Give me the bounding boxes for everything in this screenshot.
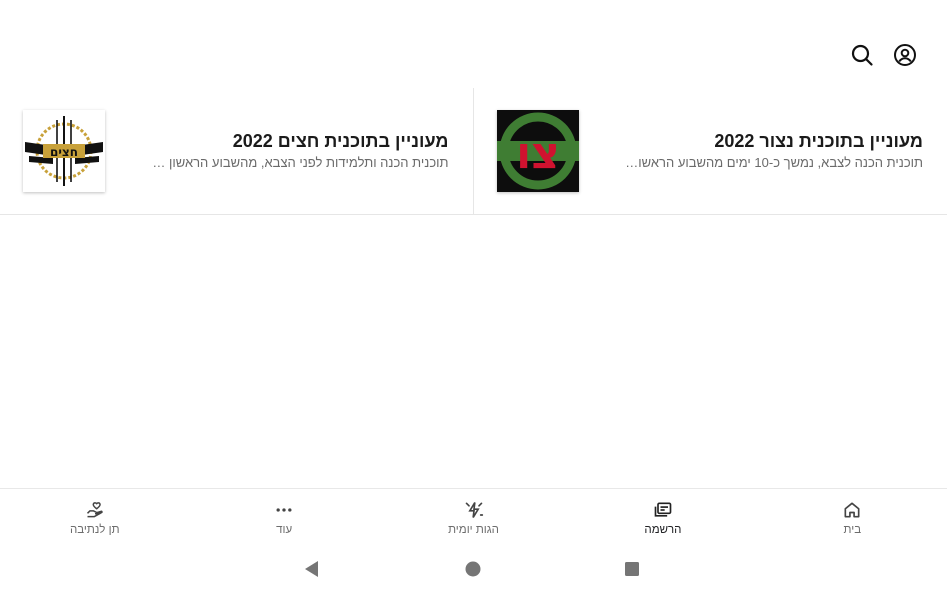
nav-donate[interactable]: תן לנתיבה	[0, 489, 189, 544]
logo-text: חצים	[50, 145, 78, 159]
nav-daily-thought[interactable]: הגות יומית	[379, 489, 568, 544]
nav-label-registration: הרשמה	[644, 524, 682, 536]
app-screen: מעוניין בתוכנית נצור 2022 תוכנית הכנה לצ…	[0, 0, 947, 592]
nav-registration[interactable]: הרשמה	[568, 489, 757, 544]
card-title: מעוניין בתוכנית נצור 2022	[714, 131, 923, 151]
nav-home[interactable]: בית	[758, 489, 947, 544]
donate-heart-hand-icon	[86, 502, 103, 518]
system-navigation-bar	[0, 552, 947, 584]
program-card-netzor[interactable]: מעוניין בתוכנית נצור 2022 תוכנית הכנה לצ…	[474, 88, 947, 214]
program-card-hetzim[interactable]: מעוניין בתוכנית חצים 2022 תוכנית הכנה ות…	[0, 88, 474, 214]
nav-label-home: בית	[843, 524, 862, 536]
recent-apps-icon[interactable]	[623, 560, 641, 578]
top-bar	[0, 0, 947, 88]
program-logo-hetzim: חצים	[23, 110, 105, 192]
nav-label-donate: תן לנתיבה	[69, 524, 120, 536]
home-icon	[844, 502, 860, 518]
card-subtitle: תוכנית הכנה לצבא, נמשך כ-10 ימים מהשבוע …	[623, 155, 923, 170]
logo-text: צו	[516, 128, 560, 179]
back-icon[interactable]	[303, 560, 321, 578]
card-title: מעוניין בתוכנית חצים 2022	[232, 131, 449, 151]
registration-icon	[654, 502, 672, 517]
bottom-navigation: בית הרשמה הגות יומית עוד תן לנתיבה	[0, 488, 947, 543]
nav-label-more: עוד	[276, 524, 293, 536]
home-circle-icon[interactable]	[464, 560, 482, 578]
card-subtitle: תוכנית הכנה ותלמידות לפני הצבא, מהשבוע ה…	[148, 155, 449, 170]
nav-label-daily-thought: הגות יומית	[448, 524, 499, 536]
account-circle-icon[interactable]	[892, 42, 918, 68]
program-logo-netzor: צו	[496, 110, 579, 192]
more-icon	[276, 508, 292, 512]
search-icon[interactable]	[849, 42, 875, 68]
nav-more[interactable]: עוד	[189, 489, 378, 544]
daily-thought-icon	[465, 502, 483, 518]
program-cards: מעוניין בתוכנית נצור 2022 תוכנית הכנה לצ…	[0, 88, 947, 215]
